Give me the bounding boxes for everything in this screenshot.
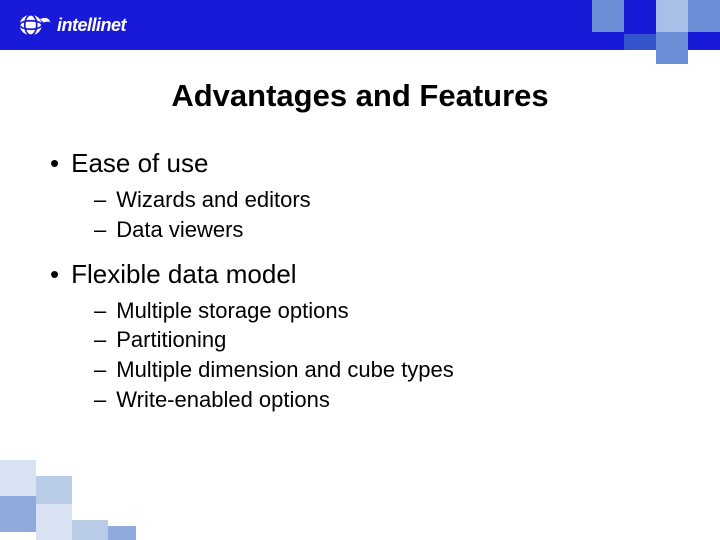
dash-icon: – <box>94 355 106 385</box>
brand-name: intellinet <box>57 15 126 36</box>
heading-text: Ease of use <box>71 148 208 179</box>
bullet-heading: • Flexible data model <box>50 259 720 290</box>
dash-icon: – <box>94 325 106 355</box>
sub-item: –Partitioning <box>94 325 720 355</box>
sub-item: –Write-enabled options <box>94 385 720 415</box>
logo: intellinet <box>18 12 126 38</box>
bullet-icon: • <box>50 148 59 179</box>
bullet-heading: • Ease of use <box>50 148 720 179</box>
sub-item: –Multiple storage options <box>94 296 720 326</box>
sub-item: –Wizards and editors <box>94 185 720 215</box>
slide-title: Advantages and Features <box>0 78 720 114</box>
decoration-top <box>592 0 720 64</box>
heading-text: Flexible data model <box>71 259 296 290</box>
globe-icon <box>18 12 52 38</box>
dash-icon: – <box>94 385 106 415</box>
dash-icon: – <box>94 296 106 326</box>
bullet-icon: • <box>50 259 59 290</box>
sub-item: –Multiple dimension and cube types <box>94 355 720 385</box>
sub-item: –Data viewers <box>94 215 720 245</box>
section-1: • Flexible data model –Multiple storage … <box>50 259 720 415</box>
section-0: • Ease of use –Wizards and editors –Data… <box>50 148 720 245</box>
dash-icon: – <box>94 215 106 245</box>
content-body: • Ease of use –Wizards and editors –Data… <box>0 148 720 415</box>
dash-icon: – <box>94 185 106 215</box>
